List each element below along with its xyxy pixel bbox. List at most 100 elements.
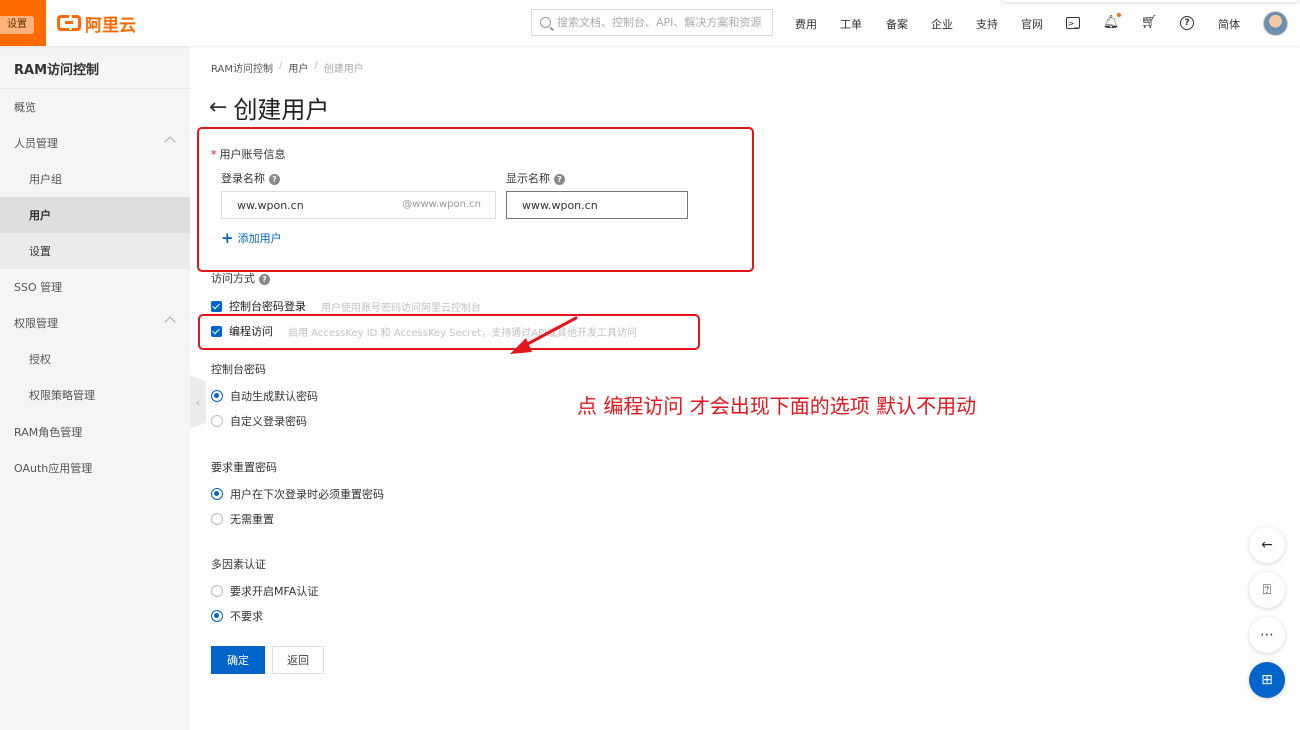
breadcrumb-ram[interactable]: RAM访问控制 bbox=[211, 60, 273, 75]
sidebar-item-label: OAuth应用管理 bbox=[14, 462, 93, 475]
option-label: 不要求 bbox=[230, 610, 263, 623]
option-label: 要求开启MFA认证 bbox=[230, 585, 319, 598]
radio-selected[interactable] bbox=[211, 610, 223, 622]
console-password-label: 控制台密码 bbox=[211, 363, 266, 376]
sidebar-item-identity-management[interactable]: 人员管理 bbox=[0, 125, 190, 161]
plus-icon: + bbox=[221, 228, 234, 247]
dropdown-shadow-edge bbox=[1000, 0, 1300, 2]
cart-icon[interactable]: 🛒︎ bbox=[1141, 14, 1158, 30]
console-login-option[interactable]: 控制台密码登录 用户使用账号密码访问阿里云控制台 bbox=[211, 298, 481, 314]
programmatic-access-checkbox[interactable] bbox=[211, 325, 222, 337]
no-reset-option[interactable]: 无需重置 bbox=[211, 511, 274, 527]
help-icon[interactable]: ? bbox=[1180, 16, 1194, 30]
breadcrumb-current: 创建用户 bbox=[323, 64, 364, 75]
console-login-checkbox[interactable] bbox=[211, 300, 222, 312]
chat-button[interactable]: ⋯ bbox=[1249, 617, 1285, 653]
login-name-suffix: @www.wpon.cn bbox=[402, 199, 481, 210]
help-icon[interactable]: ? bbox=[269, 173, 280, 185]
option-label: 自动生成默认密码 bbox=[230, 390, 318, 403]
radio-selected[interactable] bbox=[211, 488, 223, 500]
page-title: ← 创建用户 bbox=[209, 90, 329, 125]
access-mode-label: 访问方式? bbox=[211, 270, 270, 286]
back-arrow-icon[interactable]: ← bbox=[209, 95, 227, 120]
login-name-input[interactable] bbox=[237, 198, 387, 212]
radio-selected[interactable] bbox=[211, 390, 223, 402]
add-user-link[interactable]: + 添加用户 bbox=[221, 230, 282, 246]
option-label: 无需重置 bbox=[230, 513, 274, 526]
notification-dot bbox=[1117, 13, 1121, 17]
nav-support[interactable]: 支持 bbox=[976, 16, 998, 32]
option-label: 自定义登录密码 bbox=[230, 415, 307, 428]
radio-unselected[interactable] bbox=[211, 513, 223, 525]
sidebar-item-user-groups[interactable]: 用户组 bbox=[0, 161, 190, 197]
language-switch[interactable]: 简体 bbox=[1218, 16, 1240, 32]
chat-icon: ⋯ bbox=[1260, 627, 1274, 643]
breadcrumb-users[interactable]: 用户 bbox=[288, 60, 308, 75]
help-icon[interactable]: ? bbox=[554, 173, 565, 185]
collapse-panel-button[interactable]: ← bbox=[1249, 527, 1285, 563]
must-reset-option[interactable]: 用户在下次登录时必须重置密码 bbox=[211, 486, 384, 502]
user-avatar[interactable] bbox=[1263, 11, 1288, 36]
display-name-label: 显示名称? bbox=[506, 170, 565, 186]
sidebar-item-label: 概览 bbox=[14, 101, 36, 114]
nav-ticket[interactable]: 工单 bbox=[840, 16, 862, 32]
sidebar-item-users[interactable]: 用户 bbox=[0, 197, 190, 233]
sidebar-item-sso[interactable]: SSO 管理 bbox=[0, 269, 190, 305]
logo-text: 阿里云 bbox=[85, 15, 136, 36]
sidebar-item-label: 人员管理 bbox=[14, 137, 58, 150]
sidebar-item-ram-roles[interactable]: RAM角色管理 bbox=[0, 414, 190, 450]
collapse-panel-icon: ← bbox=[1261, 537, 1273, 553]
doc-question-button[interactable]: ⍰ bbox=[1249, 572, 1285, 608]
doc-question-icon: ⍰ bbox=[1262, 582, 1272, 598]
sidebar-item-oauth-apps[interactable]: OAuth应用管理 bbox=[0, 450, 190, 486]
sidebar-title: RAM访问控制 bbox=[14, 63, 100, 78]
breadcrumb: RAM访问控制 / 用户 / 创建用户 bbox=[211, 60, 364, 75]
sidebar-item-settings[interactable]: 设置 bbox=[0, 233, 190, 269]
settings-tag[interactable]: 设置 bbox=[0, 16, 34, 34]
annotation-text: 点 编程访问 才会出现下面的选项 默认不用动 bbox=[577, 394, 977, 418]
nav-official-site[interactable]: 官网 bbox=[1021, 16, 1043, 32]
sidebar-item-permissions[interactable]: 权限管理 bbox=[0, 305, 190, 341]
aliyun-logo[interactable]: 阿里云 bbox=[57, 12, 136, 36]
help-icon[interactable]: ? bbox=[259, 273, 270, 285]
page-title-text: 创建用户 bbox=[233, 96, 330, 124]
confirm-button[interactable]: 确定 bbox=[211, 646, 265, 674]
no-mfa-option[interactable]: 不要求 bbox=[211, 608, 263, 624]
radio-unselected[interactable] bbox=[211, 415, 223, 427]
mfa-label: 多因素认证 bbox=[211, 558, 266, 571]
option-label: 用户在下次登录时必须重置密码 bbox=[230, 488, 384, 501]
sidebar-item-policies[interactable]: 权限策略管理 bbox=[0, 377, 190, 413]
radio-unselected[interactable] bbox=[211, 585, 223, 597]
login-name-label: 登录名称? bbox=[221, 170, 280, 186]
chevron-up-icon bbox=[164, 136, 176, 148]
terminal-icon[interactable]: >_ bbox=[1066, 17, 1080, 29]
sidebar-item-label: 设置 bbox=[29, 245, 51, 258]
require-mfa-option[interactable]: 要求开启MFA认证 bbox=[211, 583, 318, 599]
sidebar-item-label: 权限管理 bbox=[14, 317, 58, 330]
custom-password-option[interactable]: 自定义登录密码 bbox=[211, 413, 307, 429]
display-name-input[interactable] bbox=[522, 198, 672, 212]
sidebar-item-label: RAM角色管理 bbox=[14, 426, 83, 439]
login-name-field[interactable]: @www.wpon.cn bbox=[221, 191, 496, 219]
main-content: RAM访问控制 / 用户 / 创建用户 ← 创建用户 * 用户账号信息 登录名称?… bbox=[190, 46, 1300, 730]
apps-button[interactable]: ⊞ bbox=[1249, 662, 1285, 698]
search-input[interactable] bbox=[557, 16, 767, 29]
auto-password-option[interactable]: 自动生成默认密码 bbox=[211, 388, 318, 404]
nav-enterprise[interactable]: 企业 bbox=[931, 16, 953, 32]
global-search[interactable] bbox=[531, 9, 773, 36]
nav-icp[interactable]: 备案 bbox=[886, 16, 908, 32]
nav-billing[interactable]: 费用 bbox=[795, 16, 817, 32]
search-icon bbox=[540, 17, 551, 28]
apps-icon: ⊞ bbox=[1261, 672, 1273, 688]
logo-mark-icon bbox=[57, 14, 81, 31]
option-label: 控制台密码登录 bbox=[229, 300, 306, 313]
bell-icon[interactable]: 🔔︎ bbox=[1103, 13, 1121, 30]
display-name-field[interactable] bbox=[506, 191, 688, 219]
required-asterisk: * bbox=[211, 148, 217, 161]
back-button[interactable]: 返回 bbox=[272, 646, 324, 674]
sidebar-item-label: 授权 bbox=[29, 353, 51, 366]
breadcrumb-separator: / bbox=[279, 60, 283, 71]
sidebar-item-overview[interactable]: 概览 bbox=[0, 89, 190, 125]
top-navbar: 设置 阿里云 费用 工单 备案 企业 支持 官网 >_ 🔔︎ 🛒︎ ? 简体 bbox=[0, 0, 1300, 46]
sidebar-item-grants[interactable]: 授权 bbox=[0, 341, 190, 377]
